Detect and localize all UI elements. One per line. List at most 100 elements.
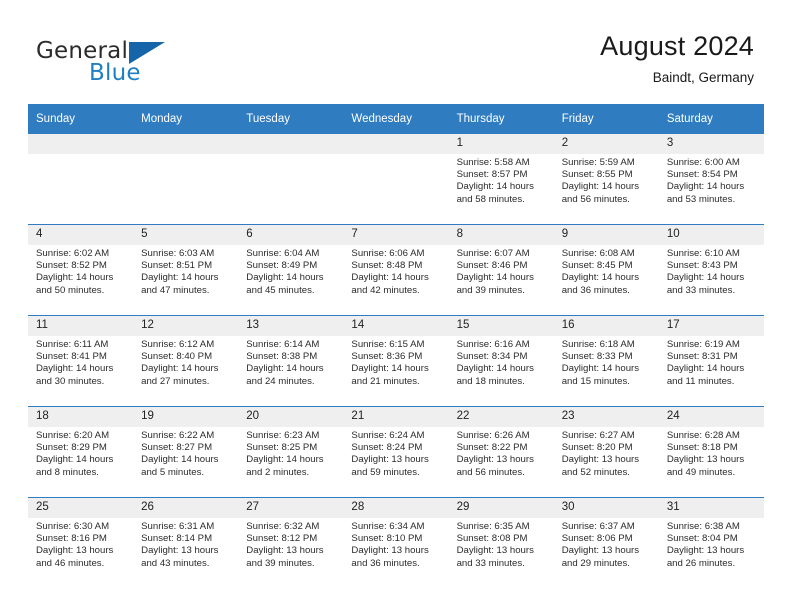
day-detail-block: Sunrise: 6:03 AM Sunset: 8:51 PM Daylight:… xyxy=(133,245,238,297)
calendar-day-cell[interactable]: 30 Sunrise: 6:37 AM Sunset: 8:06 PM Dayligh… xyxy=(553,497,659,588)
daylight-duration-line2: and 33 minutes. xyxy=(456,557,525,569)
sunrise-time: Sunrise: 6:26 AM xyxy=(456,430,530,441)
day-detail-block: Sunrise: 6:20 AM Sunset: 8:29 PM Daylight:… xyxy=(28,427,133,479)
general-blue-logo[interactable]: General Blue xyxy=(36,38,246,90)
day-detail-block: Sunrise: 6:12 AM Sunset: 8:40 PM Daylight:… xyxy=(133,336,238,388)
daylight-duration-line1: Daylight: 14 hours xyxy=(561,272,640,284)
day-detail-block: Sunrise: 6:22 AM Sunset: 8:27 PM Daylight:… xyxy=(133,427,238,479)
calendar-day-cell[interactable]: 15 Sunrise: 6:16 AM Sunset: 8:34 PM Dayligh… xyxy=(448,315,554,407)
day-detail-block: Sunrise: 6:30 AM Sunset: 8:16 PM Daylight:… xyxy=(28,518,133,570)
day-number: 12 xyxy=(133,316,239,336)
calendar-day-cell[interactable]: 9 Sunrise: 6:08 AM Sunset: 8:45 PM Daylight… xyxy=(553,224,659,316)
sunrise-time: Sunrise: 6:18 AM xyxy=(561,339,635,350)
sunrise-time: Sunrise: 6:03 AM xyxy=(141,248,215,259)
daylight-duration-line2: and 27 minutes. xyxy=(141,375,210,387)
calendar-day-cell[interactable]: 18 Sunrise: 6:20 AM Sunset: 8:29 PM Dayligh… xyxy=(28,406,134,498)
logo-text-blue: Blue xyxy=(89,60,141,86)
calendar-body: 1 Sunrise: 5:58 AM Sunset: 8:57 PM Daylight… xyxy=(28,134,764,588)
sunset-time: Sunset: 8:24 PM xyxy=(351,442,423,454)
day-detail-block: Sunrise: 6:19 AM Sunset: 8:31 PM Daylight:… xyxy=(659,336,764,388)
day-detail-block: Sunrise: 6:08 AM Sunset: 8:45 PM Daylight:… xyxy=(554,245,659,297)
calendar-day-cell[interactable]: 8 Sunrise: 6:07 AM Sunset: 8:46 PM Daylight… xyxy=(448,224,554,316)
daylight-duration-line1: Daylight: 14 hours xyxy=(561,363,640,375)
day-number: 8 xyxy=(448,225,554,245)
daylight-duration-line1: Daylight: 13 hours xyxy=(456,454,534,466)
calendar-day-cell[interactable]: 22 Sunrise: 6:26 AM Sunset: 8:22 PM Dayligh… xyxy=(448,406,554,498)
day-number: 7 xyxy=(343,225,449,245)
day-number: 30 xyxy=(553,498,659,518)
day-number: 3 xyxy=(658,134,764,154)
weekday-header-friday: Friday xyxy=(553,104,659,134)
calendar-day-cell[interactable]: 12 Sunrise: 6:12 AM Sunset: 8:40 PM Dayligh… xyxy=(133,315,239,407)
daylight-duration-line2: and 39 minutes. xyxy=(246,557,315,569)
calendar-week-row: 18 Sunrise: 6:20 AM Sunset: 8:29 PM Dayligh… xyxy=(28,406,764,498)
day-number: 9 xyxy=(553,225,659,245)
calendar-day-cell[interactable]: 7 Sunrise: 6:06 AM Sunset: 8:48 PM Daylight… xyxy=(343,224,449,316)
sunrise-time: Sunrise: 6:04 AM xyxy=(246,248,320,259)
day-number: 1 xyxy=(448,134,554,154)
calendar-day-cell[interactable]: 21 Sunrise: 6:24 AM Sunset: 8:24 PM Dayligh… xyxy=(343,406,449,498)
sunrise-time: Sunrise: 6:10 AM xyxy=(666,248,740,259)
sunrise-time: Sunrise: 6:11 AM xyxy=(36,339,109,350)
calendar-day-cell[interactable]: 25 Sunrise: 6:30 AM Sunset: 8:16 PM Dayligh… xyxy=(28,497,134,588)
calendar-day-cell[interactable]: 28 Sunrise: 6:34 AM Sunset: 8:10 PM Dayligh… xyxy=(343,497,449,588)
calendar-day-cell[interactable]: 31 Sunrise: 6:38 AM Sunset: 8:04 PM Dayligh… xyxy=(658,497,764,588)
sunrise-time: Sunrise: 6:14 AM xyxy=(246,339,320,350)
daylight-duration-line2: and 45 minutes. xyxy=(246,284,315,296)
daylight-duration-line2: and 43 minutes. xyxy=(141,557,210,569)
sunrise-time: Sunrise: 6:08 AM xyxy=(561,248,635,259)
daylight-duration-line2: and 33 minutes. xyxy=(666,284,736,296)
sunset-time: Sunset: 8:12 PM xyxy=(246,533,318,545)
day-detail-block: Sunrise: 6:26 AM Sunset: 8:22 PM Daylight:… xyxy=(449,427,554,479)
daylight-duration-line1: Daylight: 14 hours xyxy=(351,363,429,375)
calendar-day-cell[interactable]: 13 Sunrise: 6:14 AM Sunset: 8:38 PM Dayligh… xyxy=(238,315,344,407)
sunset-time: Sunset: 8:51 PM xyxy=(141,260,213,272)
calendar-day-cell[interactable]: 26 Sunrise: 6:31 AM Sunset: 8:14 PM Dayligh… xyxy=(133,497,239,588)
calendar-day-cell[interactable]: 19 Sunrise: 6:22 AM Sunset: 8:27 PM Dayligh… xyxy=(133,406,239,498)
daylight-duration-line1: Daylight: 13 hours xyxy=(351,454,429,466)
day-detail-block: Sunrise: 6:38 AM Sunset: 8:04 PM Daylight:… xyxy=(659,518,764,570)
calendar-day-cell[interactable]: 27 Sunrise: 6:32 AM Sunset: 8:12 PM Dayligh… xyxy=(238,497,344,588)
day-number: 2 xyxy=(553,134,659,154)
daylight-duration-line1: Daylight: 13 hours xyxy=(456,545,534,557)
sunrise-time: Sunrise: 6:37 AM xyxy=(561,521,635,532)
calendar-day-cell[interactable]: 4 Sunrise: 6:02 AM Sunset: 8:52 PM Daylight… xyxy=(28,224,134,316)
day-number: 5 xyxy=(133,225,239,245)
daylight-duration-line1: Daylight: 13 hours xyxy=(666,545,745,557)
calendar-day-cell[interactable]: 6 Sunrise: 6:04 AM Sunset: 8:49 PM Daylight… xyxy=(238,224,344,316)
day-number: 18 xyxy=(28,407,134,427)
daylight-duration-line2: and 11 minutes. xyxy=(666,375,735,387)
calendar-day-cell[interactable]: 29 Sunrise: 6:35 AM Sunset: 8:08 PM Dayligh… xyxy=(448,497,554,588)
calendar-day-cell[interactable]: 14 Sunrise: 6:15 AM Sunset: 8:36 PM Dayligh… xyxy=(343,315,449,407)
day-detail-block: Sunrise: 5:59 AM Sunset: 8:55 PM Daylight:… xyxy=(554,154,659,206)
daylight-duration-line1: Daylight: 14 hours xyxy=(561,181,640,193)
sunset-time: Sunset: 8:16 PM xyxy=(36,533,107,545)
sunrise-time: Sunrise: 6:07 AM xyxy=(456,248,530,259)
sunrise-time: Sunrise: 6:31 AM xyxy=(141,521,215,532)
calendar-day-cell[interactable]: 17 Sunrise: 6:19 AM Sunset: 8:31 PM Dayligh… xyxy=(658,315,764,407)
sunrise-time: Sunrise: 6:32 AM xyxy=(246,521,320,532)
daylight-duration-line1: Daylight: 14 hours xyxy=(666,363,745,375)
calendar-page: General Blue August 2024 Baindt, Germany… xyxy=(0,0,792,612)
day-detail-block: Sunrise: 6:32 AM Sunset: 8:12 PM Daylight:… xyxy=(238,518,343,570)
calendar-day-cell[interactable]: 20 Sunrise: 6:23 AM Sunset: 8:25 PM Dayligh… xyxy=(238,406,344,498)
daylight-duration-line2: and 59 minutes. xyxy=(351,466,420,478)
sunset-time: Sunset: 8:54 PM xyxy=(666,169,738,181)
day-number: 10 xyxy=(658,225,764,245)
calendar-day-cell[interactable]: 11 Sunrise: 6:11 AM Sunset: 8:41 PM Dayligh… xyxy=(28,315,134,407)
calendar-day-cell[interactable]: 1 Sunrise: 5:58 AM Sunset: 8:57 PM Daylight… xyxy=(448,134,554,225)
calendar-day-cell[interactable]: 16 Sunrise: 6:18 AM Sunset: 8:33 PM Dayligh… xyxy=(553,315,659,407)
daylight-duration-line1: Daylight: 13 hours xyxy=(351,545,429,557)
calendar-day-cell[interactable]: 2 Sunrise: 5:59 AM Sunset: 8:55 PM Daylight… xyxy=(553,134,659,225)
calendar-day-cell[interactable]: 3 Sunrise: 6:00 AM Sunset: 8:54 PM Daylight… xyxy=(658,134,764,225)
calendar-day-cell[interactable]: 23 Sunrise: 6:27 AM Sunset: 8:20 PM Dayligh… xyxy=(553,406,659,498)
sunrise-time: Sunrise: 6:19 AM xyxy=(666,339,740,350)
day-number: 6 xyxy=(238,225,344,245)
calendar-cell-empty xyxy=(238,134,344,225)
calendar-day-cell[interactable]: 10 Sunrise: 6:10 AM Sunset: 8:43 PM Dayligh… xyxy=(658,224,764,316)
daylight-duration-line2: and 36 minutes. xyxy=(561,284,630,296)
daylight-duration-line1: Daylight: 14 hours xyxy=(666,181,745,193)
day-number: 25 xyxy=(28,498,134,518)
calendar-day-cell[interactable]: 5 Sunrise: 6:03 AM Sunset: 8:51 PM Daylight… xyxy=(133,224,239,316)
calendar-day-cell[interactable]: 24 Sunrise: 6:28 AM Sunset: 8:18 PM Dayligh… xyxy=(658,406,764,498)
